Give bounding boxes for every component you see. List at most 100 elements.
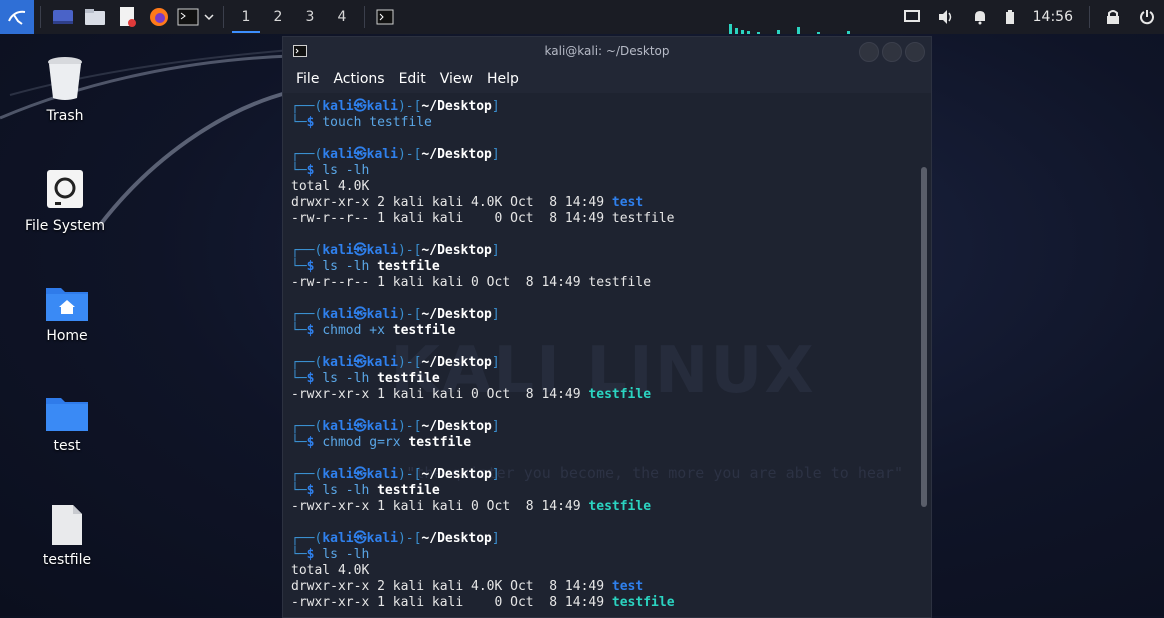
menu-view[interactable]: View: [433, 71, 480, 87]
command-text: ls -lh: [322, 547, 370, 562]
logout-button[interactable]: [1130, 0, 1164, 34]
prompt-frame: )-[: [397, 243, 422, 258]
folder-icon: [46, 398, 88, 431]
workspace-1[interactable]: 1: [230, 0, 262, 34]
terminal-icon: [376, 9, 394, 25]
prompt-cwd: ~/Desktop: [421, 307, 492, 322]
terminal-output[interactable]: KALI LINUX "the quieter you become, the …: [283, 93, 917, 617]
prompt-cwd: ~/Desktop: [421, 419, 492, 434]
prompt-dollar: $: [306, 323, 323, 338]
desktop-icon-home[interactable]: Home: [2, 284, 132, 344]
volume-button[interactable]: [929, 0, 963, 34]
firefox-button[interactable]: [143, 0, 175, 34]
workspace-2[interactable]: 2: [262, 0, 294, 34]
clock[interactable]: 14:56: [1023, 9, 1083, 25]
desktop-icon-trash[interactable]: Trash: [0, 56, 130, 124]
menu-actions[interactable]: Actions: [326, 71, 391, 87]
terminal-line: -rwxr-xr-x 1 kali kali 0 Oct 8 14:49 tes…: [291, 499, 917, 515]
desktop-icon-test-folder[interactable]: test: [2, 396, 132, 454]
battery-button[interactable]: [997, 0, 1023, 34]
command-text: chmod g=rx: [322, 435, 409, 450]
lock-button[interactable]: [1096, 0, 1130, 34]
command-arg: testfile: [377, 483, 440, 498]
show-desktop-button[interactable]: [47, 0, 79, 34]
file-manager-button[interactable]: [79, 0, 111, 34]
output-filename: test: [611, 579, 644, 594]
prompt-frame: └─: [291, 435, 307, 450]
prompt-user-host: kali㉿kali: [322, 531, 398, 546]
terminal-line: ┌──(kali㉿kali)-[~/Desktop]: [291, 419, 917, 435]
command-arg: testfile: [392, 323, 456, 338]
menu-help[interactable]: Help: [480, 71, 526, 87]
prompt-frame: ┌──(: [291, 99, 323, 114]
output-text: -rw-r--r-- 1 kali kali 0 Oct 8 14:49 tes…: [291, 211, 675, 226]
display-button[interactable]: [895, 0, 929, 34]
desktop-icon-file-system[interactable]: File System: [0, 168, 130, 234]
output-text: drwxr-xr-x 2 kali kali 4.0K Oct 8 14:49: [291, 195, 612, 210]
output-text: -rwxr-xr-x 1 kali kali 0 Oct 8 14:49: [291, 499, 589, 514]
output-filename: testfile: [611, 595, 675, 610]
prompt-user-host: kali㉿kali: [322, 355, 398, 370]
output-filename: testfile: [588, 499, 652, 514]
prompt-cwd: ~/Desktop: [421, 243, 492, 258]
close-button[interactable]: [905, 42, 925, 62]
battery-icon: [1005, 10, 1014, 24]
prompt-dollar: $: [306, 435, 323, 450]
terminal-line: └─$ ls -lh testfile: [291, 483, 917, 499]
prompt-user-host: kali㉿kali: [322, 147, 398, 162]
prompt-frame: ┌──(: [291, 467, 323, 482]
terminal-line: ┌──(kali㉿kali)-[~/Desktop]: [291, 307, 917, 323]
chevron-down-icon: [204, 14, 214, 21]
workspace-4[interactable]: 4: [326, 0, 358, 34]
prompt-frame: └─: [291, 115, 307, 130]
workspace-3[interactable]: 3: [294, 0, 326, 34]
terminal-line: ┌──(kali㉿kali)-[~/Desktop]: [291, 467, 917, 483]
prompt-frame: └─: [291, 323, 307, 338]
prompt-frame: ]: [491, 243, 500, 258]
prompt-frame: └─: [291, 483, 307, 498]
kali-menu-button[interactable]: [0, 0, 34, 34]
prompt-frame: ┌──(: [291, 355, 323, 370]
speaker-icon: [938, 10, 951, 24]
desktop-icon-testfile[interactable]: testfile: [2, 504, 132, 568]
prompt-cwd: ~/Desktop: [421, 355, 492, 370]
output-text: total 4.0K: [291, 563, 370, 578]
terminal-line: ┌──(kali㉿kali)-[~/Desktop]: [291, 243, 917, 259]
terminal-scrollbar[interactable]: [921, 167, 927, 507]
text-editor-button[interactable]: [111, 0, 143, 34]
prompt-dollar: $: [306, 483, 323, 498]
command-arg: testfile: [408, 435, 472, 450]
launcher-dropdown[interactable]: [201, 0, 217, 34]
menu-edit[interactable]: Edit: [392, 71, 433, 87]
terminal-line: └─$ touch testfile: [291, 115, 917, 131]
prompt-cwd: ~/Desktop: [421, 467, 492, 482]
menu-file[interactable]: File: [289, 71, 326, 87]
output-text: total 4.0K: [291, 179, 370, 194]
terminal-line: drwxr-xr-x 2 kali kali 4.0K Oct 8 14:49 …: [291, 195, 917, 211]
prompt-frame: )-[: [397, 147, 422, 162]
prompt-frame: └─: [291, 547, 307, 562]
taskbar-terminal-window[interactable]: [371, 0, 399, 34]
drive-icon: [47, 170, 83, 208]
terminal-window[interactable]: kali@kali: ~/Desktop File Actions Edit V…: [282, 36, 932, 618]
terminal-titlebar[interactable]: kali@kali: ~/Desktop: [283, 37, 931, 65]
notifications-button[interactable]: [963, 0, 997, 34]
prompt-frame: ┌──(: [291, 307, 323, 322]
output-text: -rwxr-xr-x 1 kali kali 0 Oct 8 14:49: [291, 387, 589, 402]
terminal-launcher-button[interactable]: [175, 0, 201, 34]
minimize-button[interactable]: [859, 42, 879, 62]
window-title: kali@kali: ~/Desktop: [544, 44, 670, 58]
terminal-line: total 4.0K: [291, 179, 917, 195]
command-text: touch testfile: [322, 115, 432, 130]
folder-icon: [85, 9, 105, 25]
firefox-icon: [150, 8, 168, 26]
desktop-icon-label: Trash: [46, 108, 84, 124]
prompt-user-host: kali㉿kali: [322, 99, 398, 114]
maximize-button[interactable]: [882, 42, 902, 62]
prompt-frame: )-[: [397, 99, 422, 114]
output-filename: test: [611, 195, 644, 210]
